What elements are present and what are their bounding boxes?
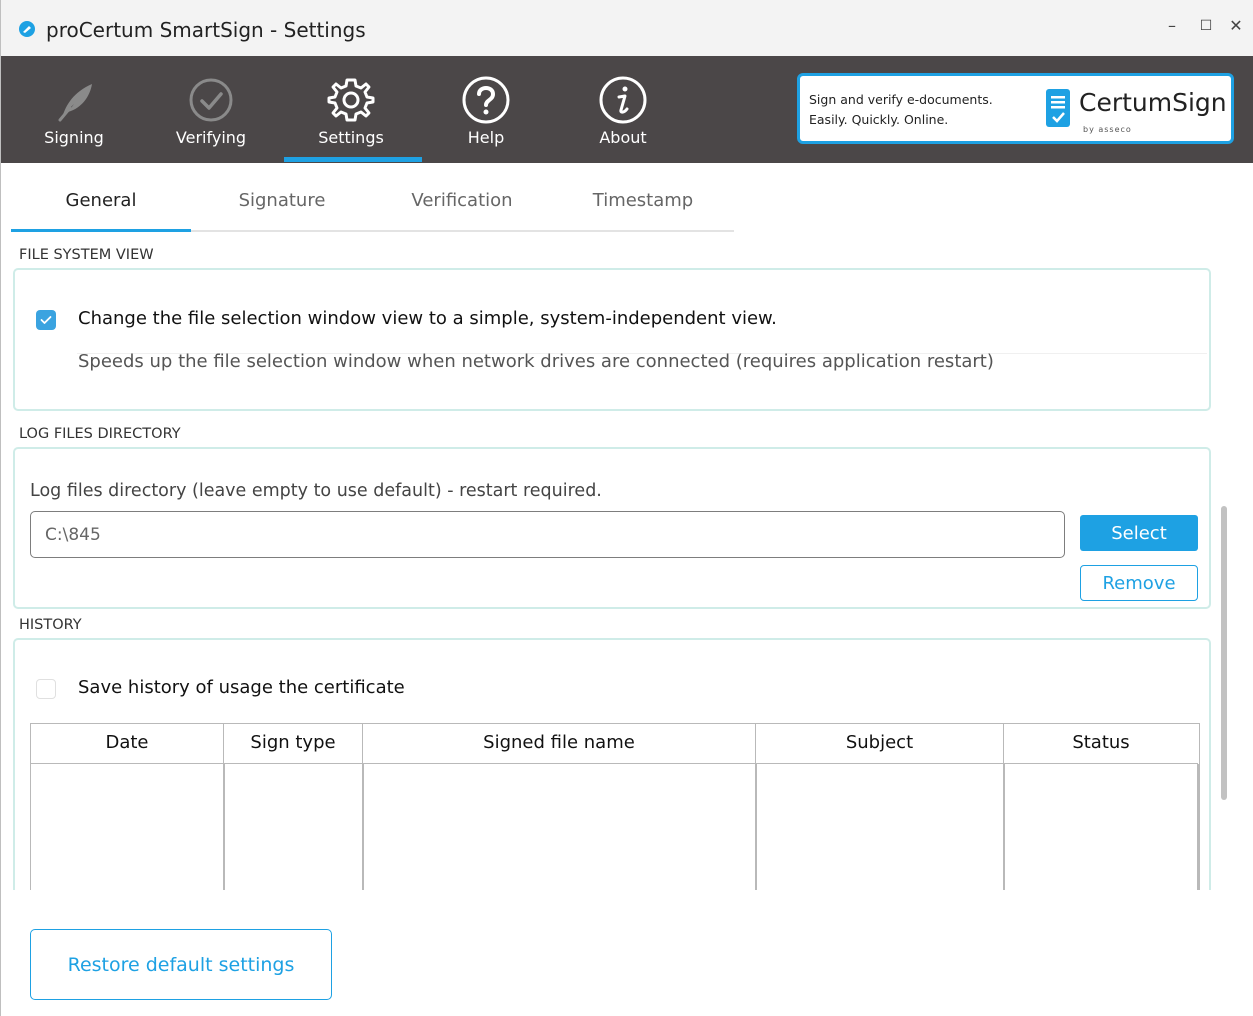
column-header-status[interactable]: Status [1004, 724, 1198, 764]
checkmark-icon [40, 316, 52, 324]
nav-help[interactable]: Help [451, 56, 521, 163]
document-check-icon [1046, 89, 1070, 127]
title-bar: proCertum SmartSign - Settings – ☐ ✕ [1, 0, 1253, 56]
simple-view-label[interactable]: Change the file selection window view to… [78, 308, 777, 329]
tab-timestamp[interactable]: Timestamp [553, 190, 733, 234]
nav-verifying-label: Verifying [175, 128, 247, 147]
feather-icon [58, 84, 92, 122]
restore-default-button[interactable]: Restore default settings [30, 929, 332, 1000]
tab-active-indicator [11, 229, 191, 232]
section-title-history: HISTORY [19, 617, 82, 633]
nav-about[interactable]: About [588, 56, 658, 163]
question-circle-icon [462, 76, 510, 124]
column-header-sign-type[interactable]: Sign type [224, 724, 363, 764]
tab-signature[interactable]: Signature [192, 190, 372, 234]
banner-text: Sign and verify e-documents. Easily. Qui… [809, 90, 993, 130]
nav-settings-label: Settings [318, 128, 384, 147]
log-dir-input[interactable] [30, 511, 1065, 558]
nav-about-label: About [599, 128, 647, 147]
info-circle-icon [599, 76, 647, 124]
remove-button[interactable]: Remove [1080, 565, 1198, 601]
save-history-label[interactable]: Save history of usage the certificate [78, 677, 405, 698]
column-divider [362, 764, 364, 904]
history-table: Date Sign type Signed file name Subject … [30, 723, 1200, 904]
certumsign-banner[interactable]: Sign and verify e-documents. Easily. Qui… [797, 73, 1234, 144]
column-header-subject[interactable]: Subject [756, 724, 1004, 764]
check-circle-icon [189, 78, 233, 122]
window-title: proCertum SmartSign - Settings [46, 18, 366, 42]
section-title-file-system-view: FILE SYSTEM VIEW [19, 247, 154, 263]
panel-log-files: Log files directory (leave empty to use … [13, 447, 1211, 609]
column-divider [1003, 764, 1005, 904]
log-dir-label: Log files directory (leave empty to use … [30, 481, 602, 501]
nav-signing-label: Signing [44, 128, 104, 147]
nav-active-indicator [284, 157, 422, 162]
section-title-log-files: LOG FILES DIRECTORY [19, 426, 181, 442]
nav-verifying[interactable]: Verifying [171, 56, 251, 163]
simple-view-checkbox[interactable] [36, 310, 56, 330]
gear-icon [327, 78, 375, 122]
nav-signing[interactable]: Signing [39, 56, 109, 163]
banner-brand: CertumSign [1079, 88, 1227, 117]
banner-line-2: Easily. Quickly. Online. [809, 112, 949, 127]
banner-subbrand: by asseco [1083, 125, 1132, 134]
vertical-scrollbar[interactable] [1221, 506, 1227, 800]
banner-line-1: Sign and verify e-documents. [809, 92, 993, 107]
simple-view-description: Speeds up the file selection window when… [78, 351, 994, 372]
close-button[interactable]: ✕ [1226, 16, 1246, 35]
panel-history: Save history of usage the certificate Da… [13, 638, 1211, 928]
column-divider [755, 764, 757, 904]
tab-general[interactable]: General [11, 190, 191, 234]
nav-settings[interactable]: Settings [311, 56, 391, 163]
save-history-checkbox[interactable] [36, 679, 56, 699]
column-header-signed-file-name[interactable]: Signed file name [363, 724, 756, 764]
panel-file-system-view: Change the file selection window view to… [13, 268, 1211, 411]
nav-help-label: Help [467, 128, 505, 147]
settings-window: proCertum SmartSign - Settings – ☐ ✕ Sig… [0, 0, 1253, 1016]
tab-verification[interactable]: Verification [372, 190, 552, 234]
minimize-button[interactable]: – [1162, 16, 1182, 35]
column-header-date[interactable]: Date [31, 724, 224, 764]
select-button[interactable]: Select [1080, 515, 1198, 551]
maximize-button[interactable]: ☐ [1196, 18, 1216, 34]
column-divider [1197, 764, 1199, 904]
column-divider [223, 764, 225, 904]
app-logo-icon [19, 21, 35, 37]
